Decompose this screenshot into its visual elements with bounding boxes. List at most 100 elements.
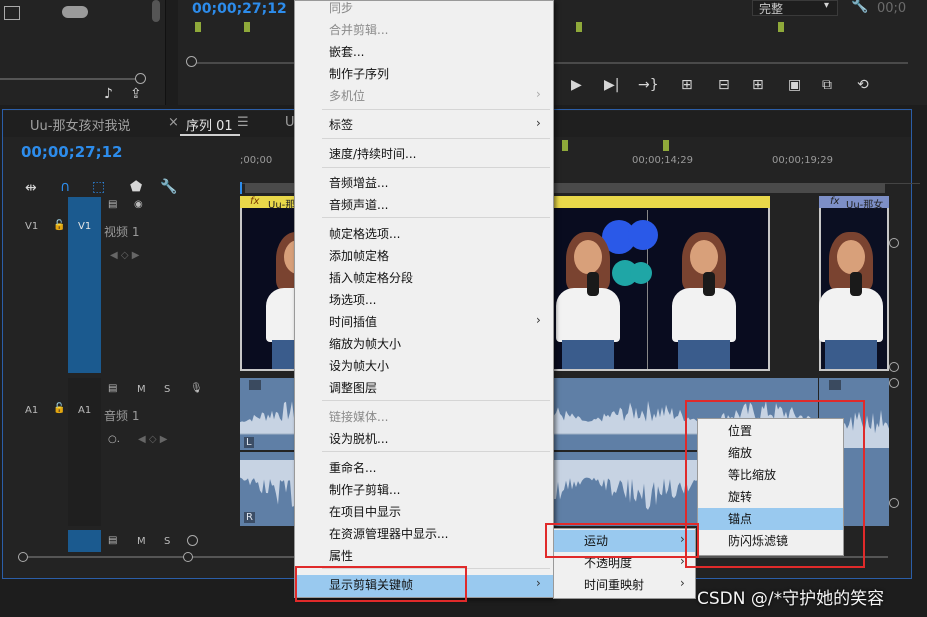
tab-sequence-01[interactable]: 序列 01: [186, 115, 233, 134]
a1-target-toggle[interactable]: [68, 378, 101, 526]
context-menu-item[interactable]: 标签: [329, 114, 353, 136]
video-clip[interactable]: [819, 196, 889, 371]
context-menu-item[interactable]: 在资源管理器中显示...: [329, 523, 448, 545]
microphone-icon[interactable]: 🎙: [190, 383, 203, 394]
context-menu-item[interactable]: 在项目中显示: [329, 501, 401, 523]
ruler-label: 00;00;19;29: [772, 155, 834, 166]
program-timecode[interactable]: 00;00;27;12: [192, 1, 287, 17]
clip-title: Uu-那: [268, 200, 296, 211]
lock-icon[interactable]: 🔓: [53, 220, 65, 231]
eye-icon[interactable]: ◉: [134, 199, 143, 210]
context-menu-item[interactable]: 制作子序列: [329, 63, 389, 85]
thumbnail-frame: [628, 210, 763, 369]
context-menu-item[interactable]: 缩放为帧大小: [329, 333, 401, 355]
context-menu-item[interactable]: 速度/持续时间...: [329, 143, 417, 165]
music-note-icon[interactable]: ♪: [104, 86, 113, 102]
context-menu-item[interactable]: 音频声道...: [329, 194, 388, 216]
menu-separator: [322, 109, 550, 110]
clip-title: Uu-那女: [846, 200, 884, 211]
v1-source-patch[interactable]: V1: [25, 221, 38, 232]
solo-button[interactable]: S: [164, 384, 170, 395]
fx-badge: fx: [830, 196, 840, 207]
chevron-right-icon: ›: [536, 313, 541, 327]
volume-dial-icon[interactable]: ○.: [108, 434, 120, 445]
keyframe-nav-icon[interactable]: ◀ ◇ ▶: [138, 434, 167, 445]
master-volume-knob[interactable]: [187, 535, 198, 546]
playhead-indicator[interactable]: [240, 182, 242, 194]
track-height-handle[interactable]: [889, 498, 899, 508]
context-menu-item[interactable]: 插入帧定格分段: [329, 267, 413, 289]
context-menu-item[interactable]: 时间插值: [329, 311, 377, 333]
context-menu-item[interactable]: 添加帧定格: [329, 245, 389, 267]
wrench-icon[interactable]: 🔧: [160, 179, 177, 195]
menu-separator: [322, 217, 550, 218]
tab-close-icon[interactable]: ×: [168, 115, 179, 130]
track-height-handle[interactable]: [889, 378, 899, 388]
marker-icon: [663, 140, 669, 151]
a2-target-toggle[interactable]: [68, 530, 101, 552]
menu-separator: [322, 400, 550, 401]
a1-source-patch[interactable]: A1: [25, 405, 38, 416]
annotation-box: [685, 400, 865, 568]
v1-track-name: 视频 1: [104, 225, 140, 239]
add-marker-icon[interactable]: ⬟: [130, 179, 142, 195]
v1-track-label[interactable]: V1: [78, 221, 91, 232]
context-menu-item[interactable]: 属性: [329, 545, 353, 567]
menu-separator: [322, 138, 550, 139]
context-menu-item[interactable]: 设为帧大小: [329, 355, 389, 377]
marker-icon: [244, 22, 250, 32]
export-icon[interactable]: ⇪: [130, 86, 142, 102]
thumbnail-frame: [795, 210, 910, 369]
marker-icon: [562, 140, 568, 151]
film-icon[interactable]: ▤: [108, 535, 117, 546]
linked-selection-icon[interactable]: ⬚: [92, 179, 105, 195]
context-menu-item[interactable]: 嵌套...: [329, 41, 364, 63]
scrubber-handle[interactable]: [186, 56, 197, 67]
submenu-item-time-remapping[interactable]: 时间重映射: [584, 574, 644, 596]
active-tab-underline: [180, 134, 240, 136]
snap-magnet-icon[interactable]: ∩: [60, 179, 70, 195]
zoom-slider[interactable]: [0, 78, 142, 80]
context-menu-item[interactable]: 制作子剪辑...: [329, 479, 400, 501]
wrench-icon[interactable]: 🔧: [851, 0, 868, 14]
tab-sequence-source[interactable]: Uu-那女孩对我说: [30, 115, 130, 134]
context-menu-item: 合并剪辑...: [329, 23, 389, 37]
context-menu-item[interactable]: 音频增益...: [329, 172, 388, 194]
mute-button[interactable]: M: [137, 384, 146, 395]
tab-menu-icon[interactable]: ☰: [237, 115, 249, 130]
track-headers: [3, 195, 240, 530]
context-menu-item[interactable]: 场选项...: [329, 289, 376, 311]
zoom-slider-handle[interactable]: [135, 73, 146, 84]
mute-button[interactable]: M: [137, 536, 146, 547]
marker-icon: [195, 22, 201, 32]
context-menu-item[interactable]: 设为脱机...: [329, 428, 388, 450]
annotation-box: [295, 566, 467, 602]
duration-timecode: 00;0: [877, 1, 907, 16]
chevron-right-icon: ›: [536, 87, 541, 101]
channel-label-r: R: [244, 512, 255, 523]
context-menu-item[interactable]: 重命名...: [329, 457, 376, 479]
lock-icon[interactable]: 🔓: [53, 403, 65, 414]
film-icon[interactable]: ▤: [108, 199, 117, 210]
scroll-handle-left[interactable]: [18, 552, 28, 562]
film-icon[interactable]: ▤: [108, 383, 117, 394]
watermark: CSDN @/*守护她的笑容: [697, 589, 885, 609]
keyframe-nav-icon[interactable]: ◀ ◇ ▶: [110, 250, 139, 261]
a1-track-label[interactable]: A1: [78, 405, 91, 416]
context-menu-item[interactable]: 调整图层: [329, 377, 377, 399]
annotation-box: [545, 523, 699, 558]
track-height-handle[interactable]: [889, 362, 899, 372]
fx-badge-icon: [829, 380, 841, 390]
film-icon: [4, 6, 20, 20]
solo-button[interactable]: S: [164, 536, 170, 547]
track-height-handle[interactable]: [889, 238, 899, 248]
mask-icon: [62, 6, 88, 18]
context-menu-item[interactable]: 帧定格选项...: [329, 223, 400, 245]
timeline-timecode[interactable]: 00;00;27;12: [21, 143, 123, 161]
scroll-handle-right[interactable]: [183, 552, 193, 562]
snap-nested-icon[interactable]: ⇹: [25, 180, 37, 196]
menu-separator: [322, 451, 550, 452]
chevron-right-icon: ›: [536, 116, 541, 130]
a1-track-name: 音频 1: [104, 409, 140, 423]
panel-scrollbar[interactable]: [152, 0, 160, 22]
